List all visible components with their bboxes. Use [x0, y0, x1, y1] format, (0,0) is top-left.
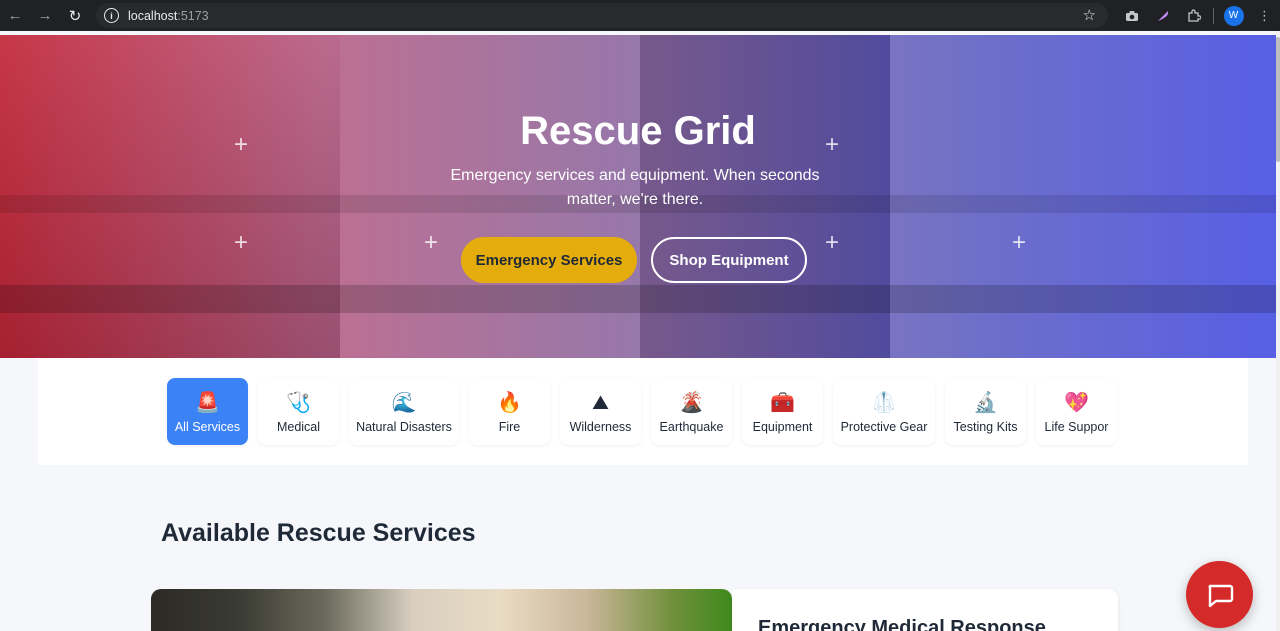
- reload-icon[interactable]: ↻: [60, 0, 90, 31]
- toolbox-icon: 🧰: [770, 391, 795, 414]
- lab-coat-icon: 🥼: [871, 391, 897, 414]
- category-wilderness[interactable]: ⛰ Wilderness: [560, 378, 641, 445]
- wave-icon: 🌊: [391, 391, 417, 414]
- category-label: Earthquake: [659, 419, 724, 434]
- site-info-icon[interactable]: i: [104, 8, 119, 23]
- extensions-puzzle-icon[interactable]: [1178, 0, 1209, 31]
- service-card-title: Emergency Medical Response: [758, 617, 1046, 631]
- category-medical[interactable]: 🩺 Medical: [258, 378, 339, 445]
- plus-decoration-icon: +: [424, 229, 439, 256]
- category-testing-kits[interactable]: 🔬 Testing Kits: [945, 378, 1026, 445]
- category-label: Testing Kits: [953, 419, 1018, 434]
- bookmark-star-icon[interactable]: ☆: [1083, 6, 1096, 24]
- mountain-icon: ⛰: [592, 391, 609, 414]
- more-menu-icon[interactable]: ⋮: [1249, 0, 1280, 31]
- category-label: Life Suppor: [1044, 419, 1109, 434]
- category-label: Wilderness: [569, 419, 632, 434]
- feather-extension-icon[interactable]: [1147, 0, 1178, 31]
- category-label: Medical: [276, 419, 321, 434]
- hero-image-band: [0, 285, 1276, 313]
- scroll-fade-overlay: [1104, 378, 1144, 445]
- category-label: Protective Gear: [840, 419, 928, 434]
- category-earthquake[interactable]: 🌋 Earthquake: [651, 378, 732, 445]
- microscope-icon: 🔬: [973, 391, 998, 414]
- category-label: All Services: [174, 419, 241, 434]
- browser-toolbar: ← → ↻ i localhost:5173 ☆ W ⋮: [0, 0, 1280, 31]
- category-label: Natural Disasters: [356, 419, 452, 434]
- service-card[interactable]: Emergency Medical Response: [732, 589, 1118, 631]
- category-fire[interactable]: 🔥 Fire: [469, 378, 550, 445]
- category-equipment[interactable]: 🧰 Equipment: [742, 378, 823, 445]
- volcano-icon: 🌋: [679, 391, 704, 414]
- address-bar[interactable]: i localhost:5173 ☆: [96, 3, 1108, 28]
- plus-decoration-icon: +: [825, 229, 840, 256]
- chat-bubble-icon: [1208, 584, 1233, 607]
- service-image[interactable]: [151, 589, 732, 631]
- section-title: Available Rescue Services: [161, 519, 476, 547]
- plus-decoration-icon: +: [234, 229, 249, 256]
- siren-icon: 🚨: [195, 391, 220, 414]
- forward-icon[interactable]: →: [30, 0, 60, 31]
- category-protective-gear[interactable]: 🥼 Protective Gear: [833, 378, 935, 445]
- plus-decoration-icon: +: [1012, 229, 1027, 256]
- category-label: Fire: [498, 419, 521, 434]
- category-label: Equipment: [752, 419, 813, 434]
- category-all-services[interactable]: 🚨 All Services: [167, 378, 248, 445]
- category-natural-disasters[interactable]: 🌊 Natural Disasters: [349, 378, 459, 445]
- camera-icon[interactable]: [1116, 0, 1147, 31]
- url-text: localhost:5173: [128, 8, 209, 23]
- profile-avatar[interactable]: W: [1218, 0, 1249, 31]
- hero-title: Rescue Grid: [520, 109, 756, 153]
- scrollbar-thumb[interactable]: [1276, 37, 1280, 162]
- back-icon[interactable]: ←: [0, 0, 30, 31]
- hero-banner: + + + + + + Rescue Grid Emergency servic…: [0, 35, 1276, 358]
- stethoscope-icon: 🩺: [286, 391, 311, 414]
- category-filter-bar: 🚨 All Services 🩺 Medical 🌊 Natural Disas…: [38, 358, 1248, 465]
- fire-icon: 🔥: [497, 391, 522, 414]
- heart-icon: 💖: [1064, 391, 1089, 414]
- shop-equipment-button[interactable]: Shop Equipment: [651, 237, 807, 283]
- hero-subtitle: Emergency services and equipment. When s…: [450, 167, 820, 208]
- toolbar-separator: [1213, 7, 1214, 24]
- emergency-services-button[interactable]: Emergency Services: [461, 237, 637, 283]
- page-scrollbar[interactable]: [1276, 31, 1280, 631]
- chat-button[interactable]: [1186, 561, 1253, 628]
